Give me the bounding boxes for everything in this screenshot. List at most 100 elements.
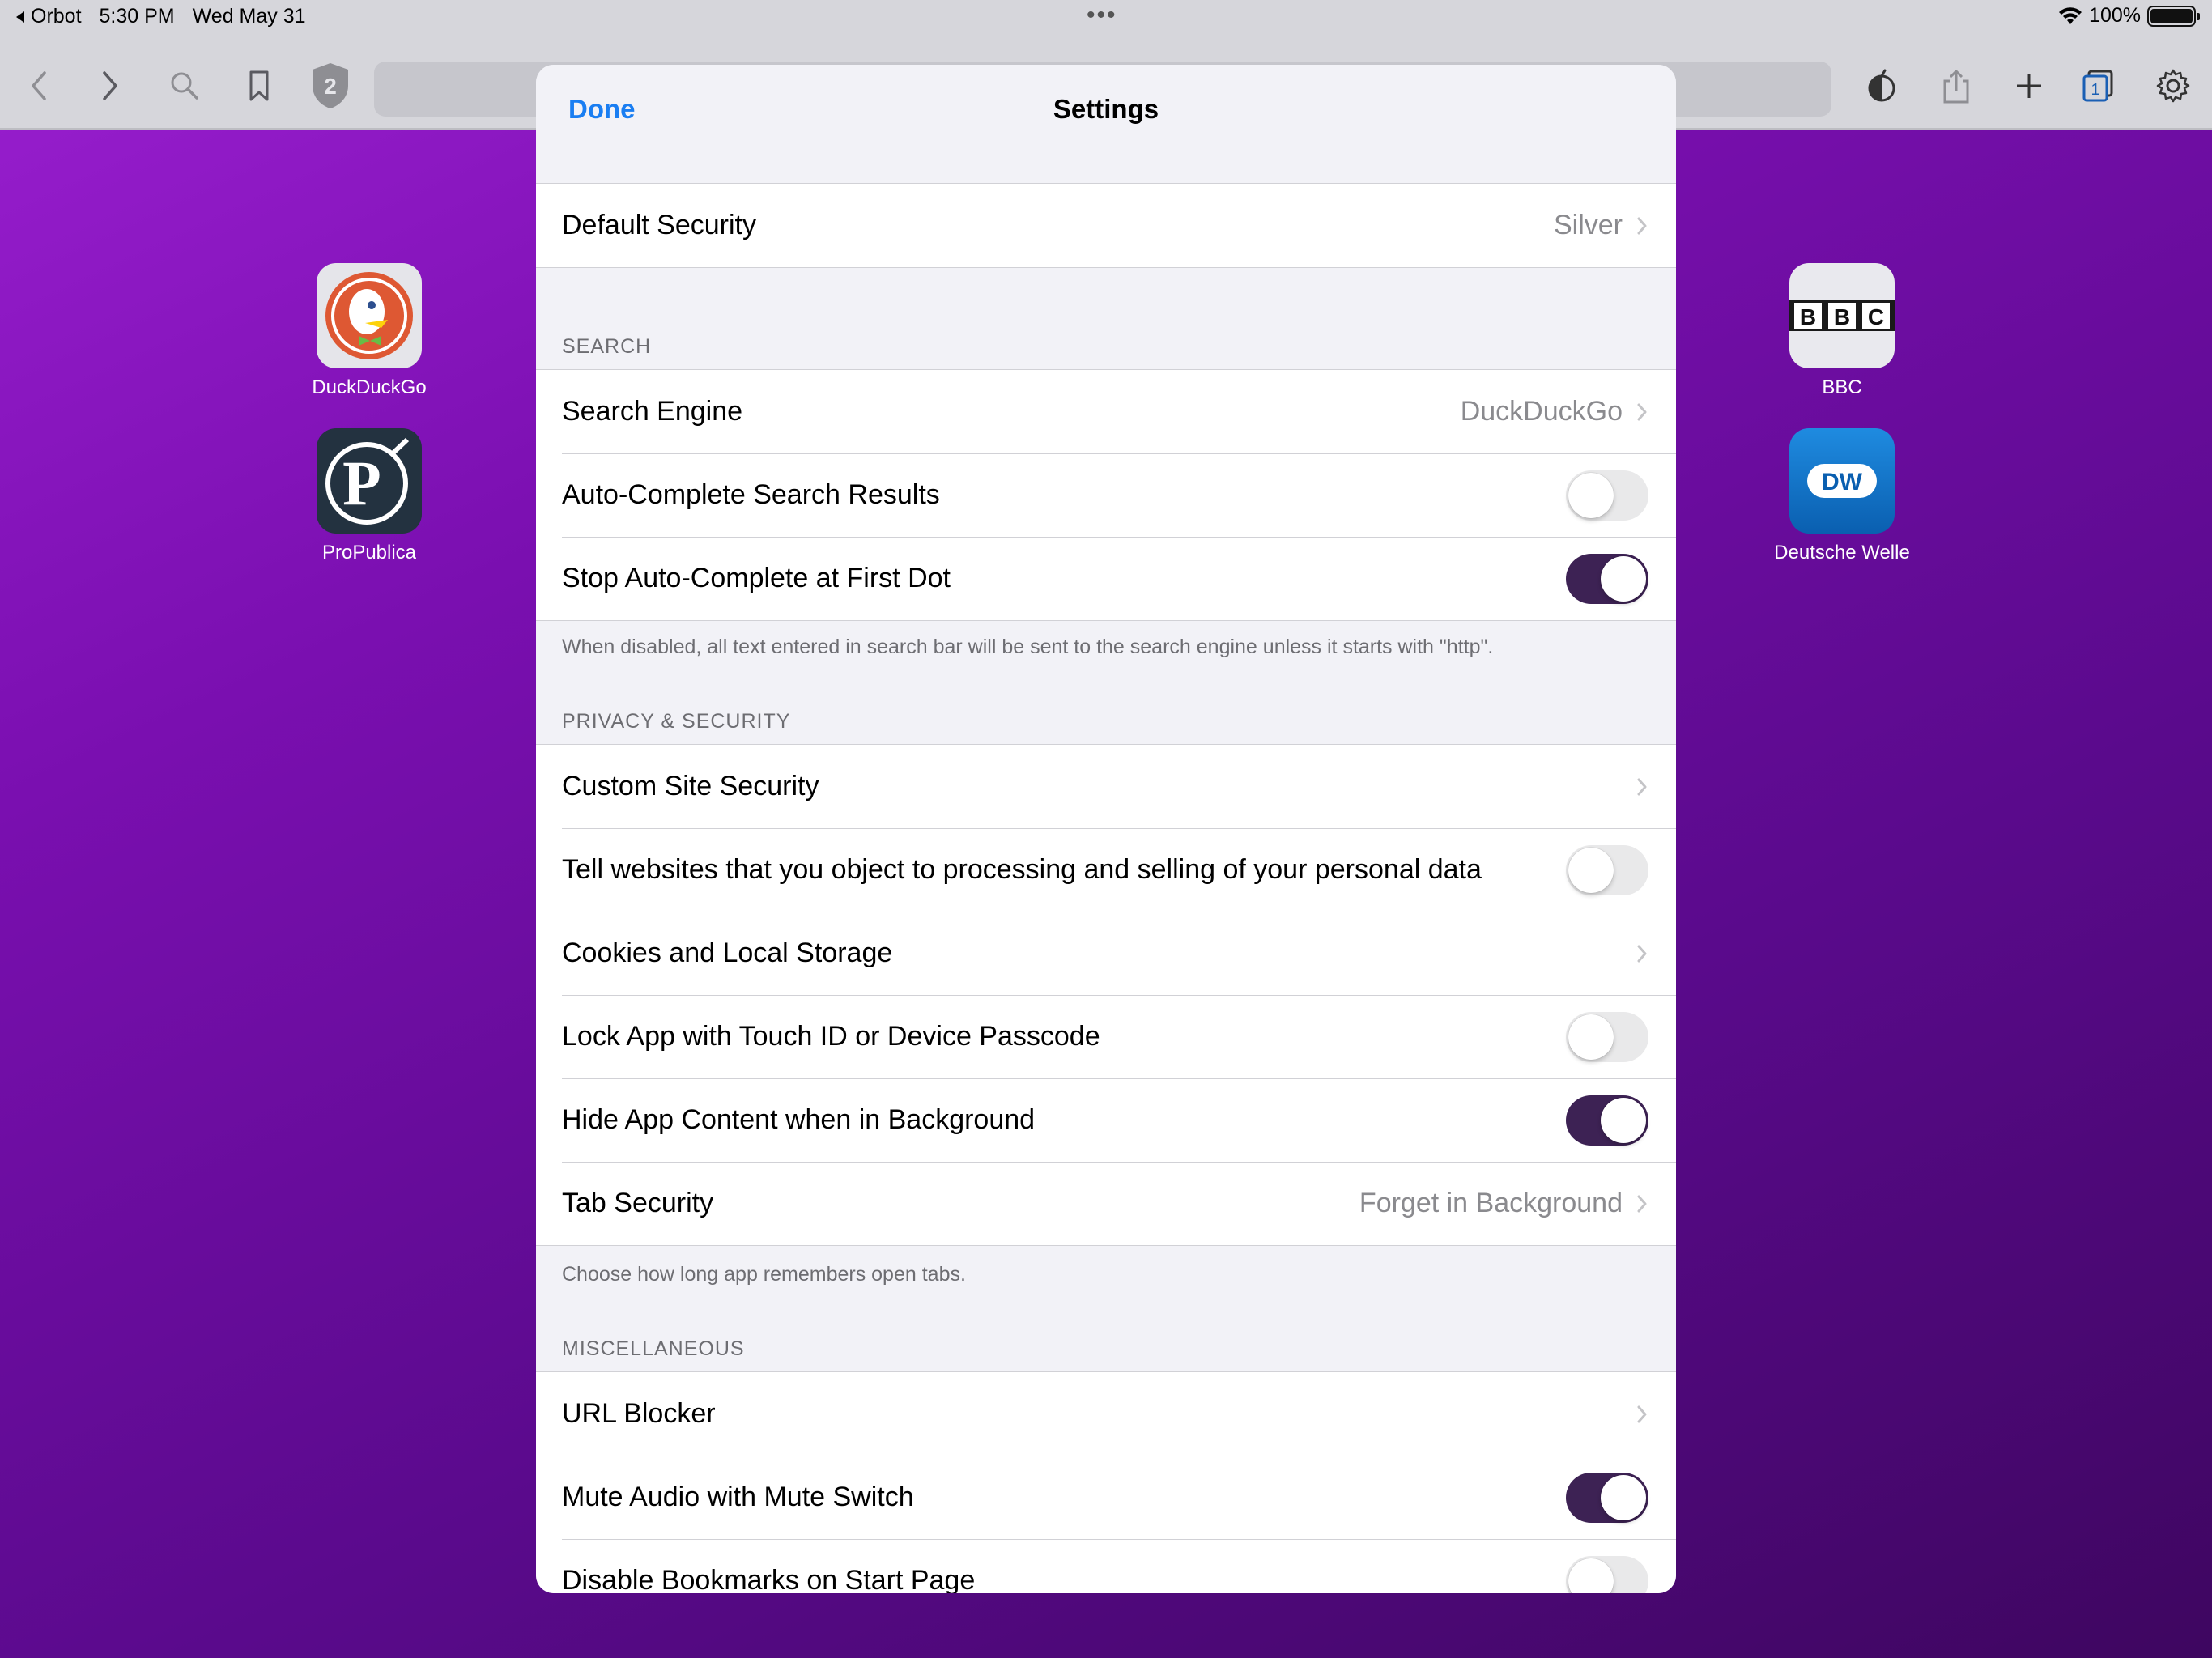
tile-bbc[interactable]: B B C BBC bbox=[1761, 263, 1923, 399]
privacy-footer-note: Choose how long app remembers open tabs. bbox=[562, 1263, 966, 1286]
chevron-right-icon bbox=[103, 71, 117, 100]
dw-logo-icon: DW bbox=[1789, 428, 1895, 534]
wifi-icon bbox=[2059, 6, 2082, 24]
cookies-row[interactable]: Cookies and Local Storage bbox=[536, 912, 1676, 995]
row-label: Mute Audio with Mute Switch bbox=[562, 1482, 914, 1512]
bbc-letter-b2: B bbox=[1834, 304, 1850, 329]
row-label: Auto-Complete Search Results bbox=[562, 479, 940, 510]
settings-button[interactable] bbox=[2149, 62, 2197, 110]
row-label: Disable Bookmarks on Start Page bbox=[562, 1565, 976, 1593]
tile-deutsche-welle[interactable]: DW Deutsche Welle bbox=[1761, 428, 1923, 564]
multitasking-dots[interactable]: ••• bbox=[1087, 2, 1117, 29]
settings-sheet: Done Settings Default Security Silver SE… bbox=[536, 65, 1676, 1593]
search-button[interactable] bbox=[160, 62, 209, 110]
lock-app-row: Lock App with Touch ID or Device Passcod… bbox=[536, 995, 1676, 1078]
tile-duckduckgo[interactable]: DuckDuckGo bbox=[288, 263, 450, 399]
row-label: Default Security bbox=[562, 210, 756, 240]
status-date: Wed May 31 bbox=[192, 5, 306, 28]
tabs-button[interactable]: 1 bbox=[2074, 62, 2123, 110]
tile-label: BBC bbox=[1822, 376, 1862, 398]
tab-security-row[interactable]: Tab Security Forget in Background bbox=[536, 1162, 1676, 1245]
status-time: 5:30 PM bbox=[99, 5, 175, 28]
auto-complete-toggle[interactable] bbox=[1566, 470, 1648, 521]
tile-propublica[interactable]: P ProPublica bbox=[288, 428, 450, 564]
privacy-group: Custom Site Security Tell websites that … bbox=[536, 744, 1676, 1246]
security-shield-button[interactable]: 2 bbox=[306, 62, 355, 110]
search-engine-row[interactable]: Search Engine DuckDuckGo bbox=[536, 370, 1676, 453]
custom-site-security-row[interactable]: Custom Site Security bbox=[536, 745, 1676, 828]
forward-button[interactable] bbox=[86, 62, 134, 110]
row-label: Stop Auto-Complete at First Dot bbox=[562, 563, 951, 593]
tor-button[interactable] bbox=[1857, 62, 1906, 110]
propublica-logo-icon: P bbox=[317, 428, 422, 534]
url-blocker-row[interactable]: URL Blocker bbox=[536, 1372, 1676, 1456]
default-security-row[interactable]: Default Security Silver bbox=[536, 184, 1676, 267]
privacy-section-header: PRIVACY & SECURITY bbox=[562, 710, 791, 733]
row-label: Tab Security bbox=[562, 1188, 714, 1218]
battery-percent: 100% bbox=[2089, 4, 2141, 27]
chevron-right-icon bbox=[1636, 1403, 1648, 1426]
bbc-logo-icon: B B C bbox=[1789, 263, 1895, 368]
propublica-letter: P bbox=[342, 448, 381, 518]
battery-icon bbox=[2147, 5, 2200, 27]
settings-header: Done Settings bbox=[536, 65, 1676, 183]
back-app-label: Orbot bbox=[31, 5, 82, 28]
bookmarks-button[interactable] bbox=[235, 62, 283, 110]
dw-letters: DW bbox=[1822, 469, 1863, 495]
stop-auto-complete-toggle[interactable] bbox=[1566, 553, 1648, 604]
row-value: Forget in Background bbox=[1359, 1188, 1623, 1218]
bbc-letter-c: C bbox=[1868, 304, 1884, 329]
tile-label: Deutsche Welle bbox=[1774, 542, 1910, 563]
status-bar: Orbot 5:30 PM Wed May 31 ••• 100% bbox=[0, 0, 2212, 36]
row-label: URL Blocker bbox=[562, 1398, 716, 1429]
search-group: Search Engine DuckDuckGo Auto-Complete S… bbox=[536, 369, 1676, 621]
hide-content-row: Hide App Content when in Background bbox=[536, 1078, 1676, 1162]
row-label: Custom Site Security bbox=[562, 771, 819, 801]
chevron-right-icon bbox=[1636, 1192, 1648, 1215]
bbc-letter-b1: B bbox=[1800, 304, 1816, 329]
disable-bookmarks-row: Disable Bookmarks on Start Page bbox=[536, 1539, 1676, 1593]
object-processing-toggle[interactable] bbox=[1566, 844, 1648, 895]
misc-section-header: MISCELLANEOUS bbox=[562, 1337, 745, 1360]
mute-audio-toggle[interactable] bbox=[1566, 1472, 1648, 1523]
share-button[interactable] bbox=[1932, 62, 1980, 110]
tabs-icon: 1 bbox=[2082, 70, 2113, 102]
shield-icon: 2 bbox=[313, 63, 348, 108]
onion-icon bbox=[1868, 69, 1895, 102]
disable-bookmarks-toggle[interactable] bbox=[1566, 1555, 1648, 1593]
back-button[interactable] bbox=[15, 62, 63, 110]
shield-count: 2 bbox=[324, 74, 337, 99]
search-footer-note: When disabled, all text entered in searc… bbox=[562, 636, 1494, 658]
row-label: Hide App Content when in Background bbox=[562, 1104, 1036, 1135]
back-triangle-icon bbox=[16, 11, 24, 23]
object-processing-row: Tell websites that you object to process… bbox=[536, 828, 1676, 912]
duckduckgo-logo-icon bbox=[317, 263, 422, 368]
chevron-right-icon bbox=[1636, 401, 1648, 423]
tile-label: DuckDuckGo bbox=[312, 376, 427, 398]
hide-content-toggle[interactable] bbox=[1566, 1095, 1648, 1146]
lock-app-toggle[interactable] bbox=[1566, 1011, 1648, 1062]
back-to-app-link[interactable]: Orbot bbox=[15, 5, 82, 28]
chevron-right-icon bbox=[1636, 942, 1648, 965]
gear-icon bbox=[2156, 69, 2190, 103]
search-section-header: SEARCH bbox=[562, 335, 652, 358]
stop-auto-complete-row: Stop Auto-Complete at First Dot bbox=[536, 537, 1676, 620]
default-security-group: Default Security Silver bbox=[536, 183, 1676, 268]
tile-label: ProPublica bbox=[321, 542, 417, 563]
misc-group: URL Blocker Mute Audio with Mute Switch … bbox=[536, 1371, 1676, 1593]
auto-complete-row: Auto-Complete Search Results bbox=[536, 453, 1676, 537]
chevron-left-icon bbox=[32, 71, 46, 100]
row-label: Search Engine bbox=[562, 396, 743, 427]
page-title: Settings bbox=[1053, 94, 1159, 124]
plus-icon bbox=[2017, 74, 2041, 98]
tabs-count: 1 bbox=[2091, 81, 2099, 99]
search-icon bbox=[171, 72, 198, 100]
row-label: Lock App with Touch ID or Device Passcod… bbox=[562, 1021, 1100, 1052]
mute-audio-row: Mute Audio with Mute Switch bbox=[536, 1456, 1676, 1539]
bookmark-icon bbox=[249, 70, 269, 101]
row-label: Tell websites that you object to process… bbox=[562, 854, 1482, 885]
row-label: Cookies and Local Storage bbox=[562, 937, 893, 968]
chevron-right-icon bbox=[1636, 776, 1648, 798]
new-tab-button[interactable] bbox=[2005, 62, 2053, 110]
chevron-right-icon bbox=[1636, 215, 1648, 237]
